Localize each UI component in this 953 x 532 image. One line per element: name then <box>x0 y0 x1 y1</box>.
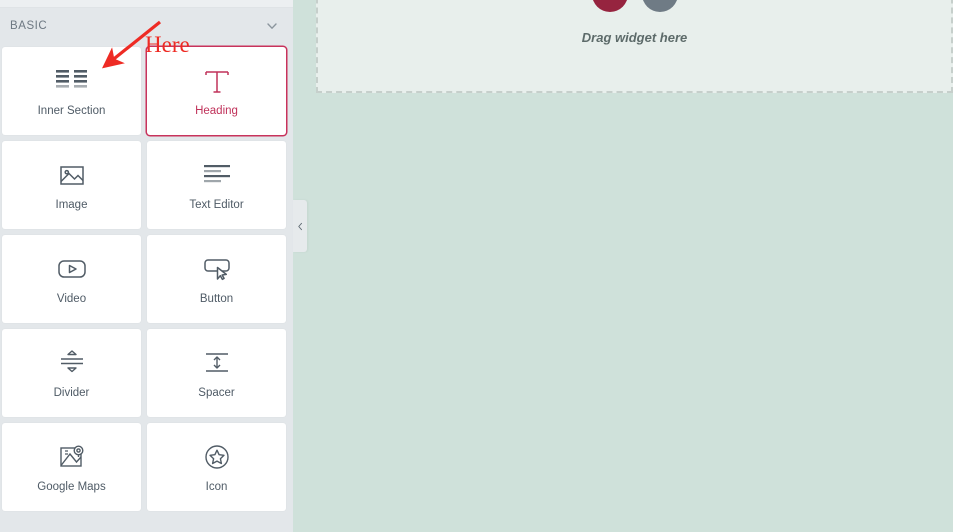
widget-tile-label: Inner Section <box>37 105 106 118</box>
widget-grid: Inner Section Heading Image Text Editor … <box>0 47 293 511</box>
preview-canvas: Drag widget here <box>293 0 953 532</box>
drag-widget-hint: Drag widget here <box>581 30 688 45</box>
heading-icon <box>200 64 234 98</box>
facebook-icon[interactable] <box>591 0 628 12</box>
inner-section-icon <box>55 64 89 98</box>
widget-tile-icon[interactable]: Icon <box>147 423 286 511</box>
category-header-basic[interactable]: BASIC <box>0 9 293 43</box>
widget-tile-label: Icon <box>205 481 228 494</box>
elementor-editor: BASIC Inner Section Heading Image Text E… <box>0 0 953 532</box>
button-icon <box>200 252 234 286</box>
divider-icon <box>55 346 89 380</box>
video-icon <box>55 252 89 286</box>
widget-tile-spacer[interactable]: Spacer <box>147 329 286 417</box>
widget-tile-label: Spacer <box>198 387 235 400</box>
widget-tile-google-maps[interactable]: Google Maps <box>2 423 141 511</box>
widget-tile-label: Text Editor <box>189 199 244 212</box>
widget-tile-text-editor[interactable]: Text Editor <box>147 141 286 229</box>
spacer-icon <box>200 346 234 380</box>
envelope-icon[interactable] <box>641 0 678 12</box>
widget-tile-label: Heading <box>195 105 238 118</box>
widget-tile-label: Video <box>56 293 87 306</box>
widget-tile-heading[interactable]: Heading <box>147 47 286 135</box>
widget-tile-label: Divider <box>53 387 90 400</box>
widget-tile-divider[interactable]: Divider <box>2 329 141 417</box>
category-title: BASIC <box>10 20 48 32</box>
widget-tile-label: Button <box>199 293 234 306</box>
panel-top-strip <box>0 0 293 8</box>
widget-tile-label: Google Maps <box>37 481 106 494</box>
text-editor-icon <box>200 158 234 192</box>
widget-tile-inner-section[interactable]: Inner Section <box>2 47 141 135</box>
image-icon <box>55 158 89 192</box>
widget-tile-label: Image <box>55 199 88 212</box>
widget-tile-button[interactable]: Button <box>147 235 286 323</box>
widget-tile-video[interactable]: Video <box>2 235 141 323</box>
widget-tile-image[interactable]: Image <box>2 141 141 229</box>
panel-collapse-handle[interactable] <box>293 200 307 252</box>
google-maps-icon <box>55 440 89 474</box>
widget-panel: BASIC Inner Section Heading Image Text E… <box>0 0 293 532</box>
drop-zone-section[interactable]: Drag widget here <box>316 0 953 93</box>
social-icons-row <box>318 0 951 12</box>
star-icon <box>200 440 234 474</box>
chevron-down-icon[interactable] <box>265 19 279 33</box>
